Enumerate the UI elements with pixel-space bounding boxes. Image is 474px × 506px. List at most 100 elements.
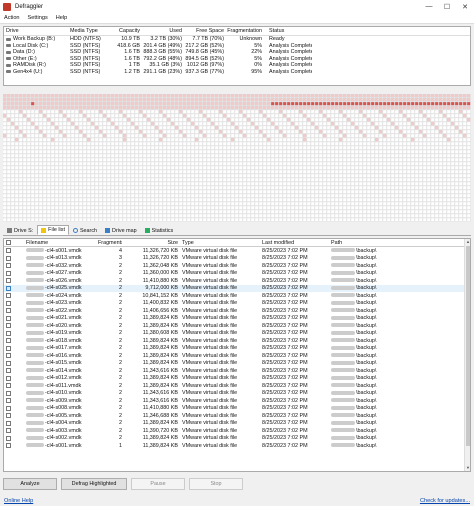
col-free-space[interactable]: Free Space — [182, 28, 224, 34]
map-block — [466, 201, 471, 206]
row-checkbox[interactable] — [6, 383, 11, 389]
size: 11,326,720 KB — [142, 255, 178, 262]
row-checkbox[interactable] — [6, 285, 11, 291]
table-row[interactable]: -cl4-s020.vmdk 2 11,389,824 KB VMware virtu… — [4, 322, 470, 330]
col-media-type[interactable]: Media Type — [68, 28, 112, 34]
col-select[interactable] — [4, 240, 24, 245]
maximize-button[interactable]: ☐ — [438, 0, 456, 13]
col-fragments[interactable]: Fragments — [98, 240, 122, 246]
table-row[interactable]: -cl4-s026.vmdk 2 11,410,880 KB VMware virtu… — [4, 277, 470, 285]
table-row[interactable]: -cl4-s012.vmdk 2 11,389,824 KB VMware virtu… — [4, 375, 470, 383]
row-checkbox[interactable] — [6, 435, 11, 441]
scroll-up-icon[interactable]: ▲ — [465, 239, 470, 245]
menu-action[interactable]: Action — [0, 15, 24, 21]
table-row[interactable]: -cl4-s023.vmdk 2 11,400,832 KB VMware virtu… — [4, 300, 470, 308]
table-row[interactable]: -cl4-s016.vmdk 2 11,389,824 KB VMware virtu… — [4, 352, 470, 360]
table-row[interactable]: -cl4-s001.vmdk 1 11,389,824 KB VMware virtu… — [4, 442, 470, 450]
row-checkbox[interactable] — [6, 330, 11, 336]
menu-help[interactable]: Help — [52, 15, 72, 21]
row-checkbox[interactable] — [6, 263, 11, 269]
table-row[interactable]: -cl4-s019.vmdk 2 11,380,608 KB VMware virtu… — [4, 330, 470, 338]
col-status[interactable]: Status — [262, 28, 312, 34]
col-fragmentation[interactable]: Fragmentation — [224, 28, 262, 34]
menu-settings[interactable]: Settings — [24, 15, 52, 21]
col-filename[interactable]: Filename — [24, 240, 98, 246]
table-row[interactable]: -cl4-s014.vmdk 2 11,343,616 KB VMware virtu… — [4, 367, 470, 375]
row-checkbox[interactable] — [6, 338, 11, 344]
scroll-thumb[interactable] — [466, 246, 470, 446]
row-checkbox[interactable] — [6, 420, 11, 426]
table-row[interactable]: -cl4-s018.vmdk 2 11,389,824 KB VMware virtu… — [4, 337, 470, 345]
tab-drive-map[interactable]: Drive map — [101, 226, 141, 235]
table-row[interactable]: -cl4-s011.vmdk 2 11,389,824 KB VMware virtu… — [4, 382, 470, 390]
col-type[interactable]: Type — [178, 240, 258, 246]
col-last-modified[interactable]: Last modified — [258, 240, 330, 246]
col-capacity[interactable]: Capacity — [112, 28, 140, 34]
row-checkbox[interactable] — [6, 345, 11, 351]
pause-button[interactable]: Pause — [131, 478, 185, 490]
row-checkbox[interactable] — [6, 368, 11, 374]
row-checkbox[interactable] — [6, 323, 11, 329]
defrag-highlighted-button[interactable]: Defrag Highlighted — [61, 478, 127, 490]
map-block — [314, 101, 319, 106]
tab-file-list[interactable]: File list — [37, 225, 69, 235]
minimize-button[interactable]: — — [420, 0, 438, 13]
row-checkbox[interactable] — [6, 300, 11, 306]
map-block — [94, 205, 99, 210]
map-block — [22, 165, 27, 170]
row-checkbox[interactable] — [6, 308, 11, 314]
table-row[interactable]: -cl4-s002.vmdk 2 11,389,824 KB VMware virtu… — [4, 435, 470, 443]
map-block — [194, 165, 199, 170]
close-button[interactable]: ✕ — [456, 0, 474, 13]
row-checkbox[interactable] — [6, 255, 11, 261]
select-all-checkbox[interactable] — [6, 240, 11, 245]
row-checkbox[interactable] — [6, 443, 11, 449]
table-row[interactable]: -cl4-s013.vmdk 3 11,326,720 KB VMware virtu… — [4, 255, 470, 263]
table-row[interactable]: -cl4-s005.vmdk 2 11,346,688 KB VMware virtu… — [4, 412, 470, 420]
file-list-scrollbar[interactable]: ▲ ▼ — [464, 239, 470, 471]
row-checkbox[interactable] — [6, 413, 11, 419]
analyze-button[interactable]: Analyze — [3, 478, 57, 490]
row-checkbox[interactable] — [6, 360, 11, 366]
row-checkbox[interactable] — [6, 248, 11, 254]
drive-row[interactable]: Gen4x4 (U:) SSD (NTFS) 1.2 TB 291.1 GB (23%… — [4, 69, 470, 76]
table-row[interactable]: -cl4-s009.vmdk 2 11,343,616 KB VMware virtu… — [4, 397, 470, 405]
table-row[interactable]: -cl4-s017.vmdk 2 11,389,824 KB VMware virtu… — [4, 345, 470, 353]
stop-button[interactable]: Stop — [189, 478, 243, 490]
tab-statistics[interactable]: Statistics — [141, 226, 178, 235]
table-row[interactable]: -cl4-s025.vmdk 2 9,712,000 KB VMware virtua… — [4, 284, 470, 292]
row-checkbox[interactable] — [6, 270, 11, 276]
row-checkbox[interactable] — [6, 428, 11, 434]
table-row[interactable]: -cl4-s027.vmdk 2 11,360,000 KB VMware virtu… — [4, 270, 470, 278]
row-checkbox[interactable] — [6, 353, 11, 359]
table-row[interactable]: -cl4-s021.vmdk 2 11,389,824 KB VMware virtu… — [4, 315, 470, 323]
table-row[interactable]: -cl4-s004.vmdk 2 11,389,824 KB VMware virtu… — [4, 420, 470, 428]
table-row[interactable]: -cl4-s001.vmdk 4 11,326,720 KB VMware virtu… — [4, 247, 470, 255]
table-row[interactable]: -cl4-s003.vmdk 2 11,390,720 KB VMware virtu… — [4, 427, 470, 435]
drive-map[interactable] — [3, 94, 471, 222]
col-drive[interactable]: Drive — [4, 28, 68, 34]
row-checkbox[interactable] — [6, 398, 11, 404]
row-checkbox[interactable] — [6, 278, 11, 284]
col-path[interactable]: Path — [330, 240, 410, 246]
table-row[interactable]: -cl4-s008.vmdk 2 11,410,880 KB VMware virtu… — [4, 405, 470, 413]
table-row[interactable]: -cl4-s032.vmdk 2 11,362,048 KB VMware virtu… — [4, 262, 470, 270]
row-checkbox[interactable] — [6, 293, 11, 299]
table-row[interactable]: -cl4-s010.vmdk 2 11,343,616 KB VMware virtu… — [4, 390, 470, 398]
online-help-link[interactable]: Online Help — [4, 498, 33, 504]
check-updates-link[interactable]: Check for updates... — [420, 498, 470, 504]
map-block — [350, 97, 355, 102]
tab-search[interactable]: Search — [69, 226, 101, 235]
row-checkbox[interactable] — [6, 375, 11, 381]
scroll-down-icon[interactable]: ▼ — [465, 465, 470, 471]
table-row[interactable]: -cl4-s015.vmdk 2 11,389,824 KB VMware virtu… — [4, 360, 470, 368]
row-checkbox[interactable] — [6, 390, 11, 396]
map-block — [250, 157, 255, 162]
row-checkbox[interactable] — [6, 315, 11, 321]
table-row[interactable]: -cl4-s024.vmdk 2 10,841,152 KB VMware virtu… — [4, 292, 470, 300]
col-used[interactable]: Used — [140, 28, 182, 34]
table-row[interactable]: -cl4-s022.vmdk 2 11,406,656 KB VMware virtu… — [4, 307, 470, 315]
row-checkbox[interactable] — [6, 405, 11, 411]
col-size[interactable]: Size — [122, 240, 179, 246]
tab-drive[interactable]: Drive S: — [3, 226, 37, 235]
